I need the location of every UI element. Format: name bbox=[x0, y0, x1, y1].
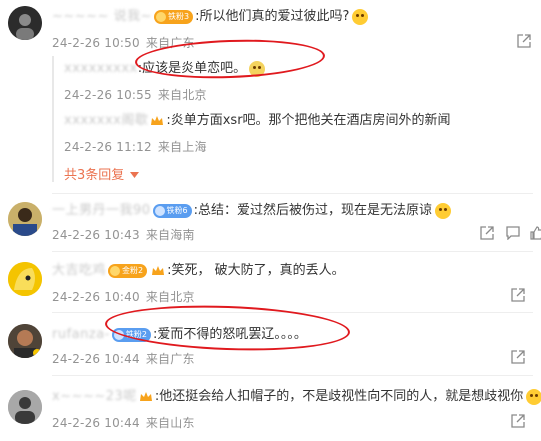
comment-meta: 24-2-26 10:40 来自北京 bbox=[52, 288, 195, 305]
timestamp: 24-2-26 10:50 bbox=[52, 36, 140, 50]
location: 来自北京 bbox=[157, 88, 207, 102]
comment-text: :所以他们真的爱过彼此吗? bbox=[195, 9, 350, 24]
share-icon[interactable] bbox=[511, 414, 525, 428]
reply-meta: 24-2-26 11:12 来自上海 bbox=[64, 138, 207, 155]
emoji-icon bbox=[435, 203, 452, 219]
timestamp: 24-2-26 10:40 bbox=[52, 290, 140, 304]
comment-icon[interactable] bbox=[506, 226, 520, 240]
timestamp: 24-2-26 10:44 bbox=[52, 352, 140, 366]
avatar[interactable] bbox=[8, 262, 42, 296]
share-icon[interactable] bbox=[517, 34, 531, 48]
reply-username[interactable]: xxxxxxxxx bbox=[64, 60, 138, 78]
avatar[interactable] bbox=[8, 324, 42, 358]
divider bbox=[52, 251, 533, 252]
emoji-icon bbox=[352, 9, 369, 25]
fan-badge: 铁粉3 bbox=[154, 10, 194, 24]
chevron-down-icon bbox=[130, 172, 140, 178]
avatar[interactable] bbox=[8, 6, 42, 40]
crown-icon bbox=[151, 116, 164, 125]
location: 来自广东 bbox=[145, 352, 195, 366]
share-icon[interactable] bbox=[480, 226, 494, 240]
divider bbox=[52, 375, 533, 376]
timestamp: 24-2-26 10:55 bbox=[64, 88, 152, 102]
timestamp: 24-2-26 11:12 bbox=[64, 140, 152, 154]
crown-icon bbox=[139, 392, 152, 401]
emoji-icon bbox=[526, 389, 541, 405]
comment-meta: 24-2-26 10:43 来自海南 bbox=[52, 226, 195, 243]
reply-text: :炎单方面xsr吧。那个把他关在酒店房间外的新闻 bbox=[166, 113, 451, 128]
username[interactable]: 大吉吃鸡 bbox=[52, 262, 106, 280]
fan-badge: 铁粉6 bbox=[152, 204, 192, 218]
timestamp: 24-2-26 10:44 bbox=[52, 416, 140, 430]
location: 来自北京 bbox=[145, 290, 195, 304]
username[interactable]: 一上男丹一我90 bbox=[52, 202, 151, 220]
avatar[interactable] bbox=[8, 390, 42, 424]
divider bbox=[52, 193, 533, 194]
fan-badge-icon bbox=[110, 266, 121, 276]
share-icon[interactable] bbox=[511, 288, 525, 302]
comment-text: :笑死， 破大防了，真的丢人。 bbox=[167, 263, 345, 278]
reply-list: xxxxxxxxx :应该是炎单恋吧。 24-2-26 10:55 来自北京 xx… bbox=[52, 56, 537, 183]
like-icon[interactable] bbox=[530, 226, 541, 240]
fan-badge-icon bbox=[154, 206, 165, 216]
comment-text: :总结：爱过然后被伤过，现在是无法原谅 bbox=[193, 203, 433, 218]
location: 来自海南 bbox=[145, 228, 195, 242]
avatar[interactable] bbox=[8, 202, 42, 236]
more-replies-link[interactable]: 共3条回复 bbox=[64, 164, 140, 183]
username[interactable]: ~~~~~ 说我~ bbox=[52, 8, 152, 26]
crown-icon bbox=[152, 266, 165, 275]
comment-item: 大吉吃鸡 金粉2 :笑死， 破大防了，真的丢人。 24-2-26 10:40 来自… bbox=[0, 254, 541, 310]
fan-badge: 金粉2 bbox=[108, 264, 148, 278]
share-icon[interactable] bbox=[511, 350, 525, 364]
comment-item: 一上男丹一我90 铁粉6 :总结：爱过然后被伤过，现在是无法原谅 24-2-26… bbox=[0, 196, 541, 248]
fan-badge-icon bbox=[156, 12, 166, 22]
comment-text: :他还挺会给人扣帽子的，不是歧视性向不同的人，就是想歧视你 bbox=[154, 389, 524, 404]
reply-meta: 24-2-26 10:55 来自北京 bbox=[64, 86, 207, 103]
comment-item: ~~~~~ 说我~ 铁粉3 :所以他们真的爱过彼此吗? 24-2-26 10:5… bbox=[0, 0, 541, 190]
comment-meta: 24-2-26 10:44 来自广东 bbox=[52, 350, 195, 367]
comment-meta: 24-2-26 10:44 来自山东 bbox=[52, 414, 195, 431]
location: 来自山东 bbox=[145, 416, 195, 430]
reply-username[interactable]: xxxxxxx阁歇 bbox=[64, 112, 148, 130]
username[interactable]: x~~~~23呢 bbox=[52, 388, 137, 406]
timestamp: 24-2-26 10:43 bbox=[52, 228, 140, 242]
comment-item: x~~~~23呢 :他还挺会给人扣帽子的，不是歧视性向不同的人，就是想歧视你 2… bbox=[0, 378, 541, 441]
location: 来自上海 bbox=[157, 140, 207, 154]
username[interactable]: rufanza- bbox=[52, 326, 110, 344]
